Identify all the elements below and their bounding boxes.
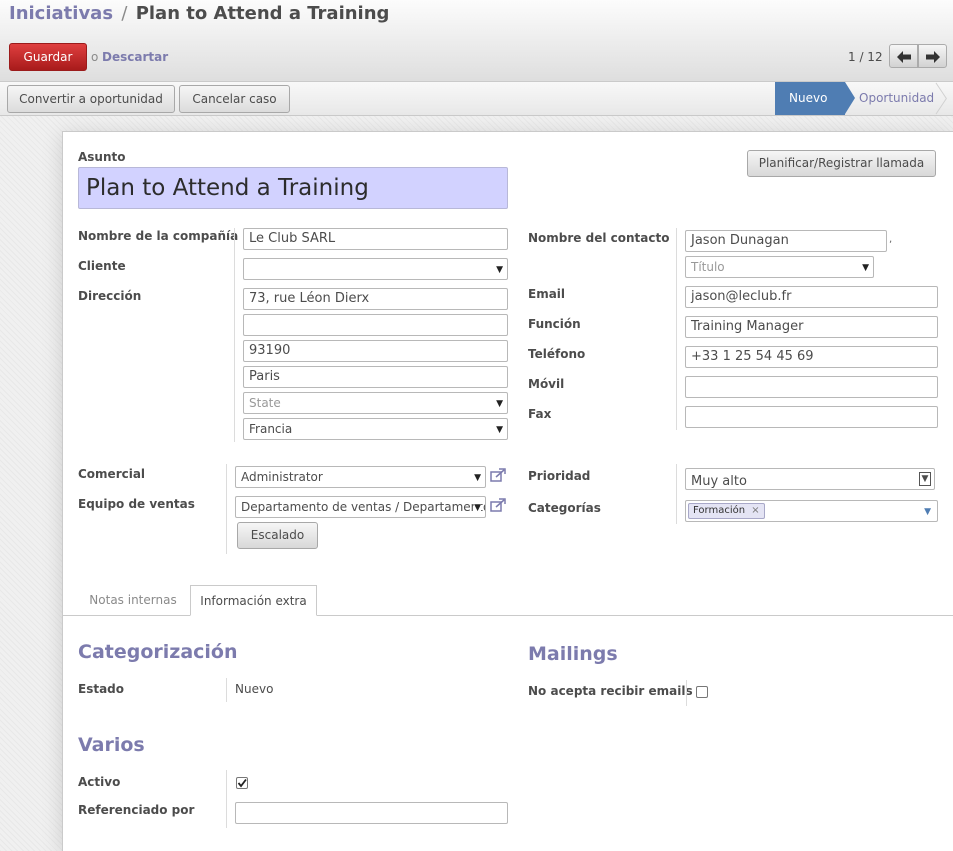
schedule-call-button[interactable]: Planificar/Registrar llamada xyxy=(747,150,936,177)
control-panel: Iniciativas / Plan to Attend a Training … xyxy=(0,0,953,82)
chevron-down-icon: ▼ xyxy=(924,507,931,517)
street-input[interactable]: 73, rue Léon Dierx xyxy=(243,288,508,310)
title-placeholder: Título xyxy=(691,260,725,274)
fax-input[interactable] xyxy=(685,406,938,428)
zip-input[interactable]: 93190 xyxy=(243,340,508,362)
country-select[interactable]: Francia ▼ xyxy=(243,418,508,440)
active-label: Activo xyxy=(78,775,121,789)
address-label: Dirección xyxy=(78,289,142,303)
customer-label: Cliente xyxy=(78,259,126,273)
separator-line xyxy=(226,678,227,702)
customer-select[interactable]: ▼ xyxy=(243,258,508,280)
external-link-icon[interactable] xyxy=(490,498,506,512)
chevron-down-icon: ▼ xyxy=(862,263,869,273)
checkmark-icon xyxy=(237,778,247,788)
city-input[interactable]: Paris xyxy=(243,366,508,388)
function-input[interactable]: Training Manager xyxy=(685,316,938,338)
function-label: Función xyxy=(528,317,581,331)
breadcrumb-current: Plan to Attend a Training xyxy=(135,3,390,24)
salesperson-value: Administrator xyxy=(241,470,323,484)
stage-chevron-icon xyxy=(935,82,947,115)
tag-remove-icon[interactable]: × xyxy=(751,505,759,516)
separator-line xyxy=(676,464,677,524)
separator-line xyxy=(686,680,687,706)
stage-arrow xyxy=(845,82,855,114)
state-select[interactable]: State ▼ xyxy=(243,392,508,414)
email-label: Email xyxy=(528,287,566,301)
country-value: Francia xyxy=(249,422,293,436)
mobile-input[interactable] xyxy=(685,376,938,398)
priority-value: Muy alto xyxy=(691,474,747,489)
arrow-right-icon xyxy=(925,51,940,63)
referred-by-label: Referenciado por xyxy=(78,803,195,817)
state-placeholder: State xyxy=(249,396,281,410)
separator-line xyxy=(234,228,235,442)
salesperson-select[interactable]: Administrator ▼ xyxy=(235,466,486,488)
mobile-label: Móvil xyxy=(528,377,565,391)
subject-label: Asunto xyxy=(78,150,126,164)
company-name-label: Nombre de la compañía xyxy=(78,229,239,243)
breadcrumb-separator: / xyxy=(121,3,128,24)
cancel-case-button[interactable]: Cancelar caso xyxy=(179,85,290,113)
tab-extra-info[interactable]: Información extra xyxy=(190,585,317,616)
category-tag: Formación × xyxy=(688,503,765,519)
categories-label: Categorías xyxy=(528,501,601,515)
opt-out-checkbox[interactable] xyxy=(696,686,708,698)
comma-glyph: , xyxy=(889,234,893,245)
street2-input[interactable] xyxy=(243,314,508,336)
sales-team-select[interactable]: Departamento de ventas / Departamento ▼ xyxy=(235,496,486,518)
fax-label: Fax xyxy=(528,407,552,421)
statusbar: Convertir a oportunidad Cancelar caso Nu… xyxy=(0,82,953,116)
chevron-down-icon: ▼ xyxy=(919,472,931,486)
discard-link[interactable]: Descartar xyxy=(102,50,168,64)
mailings-title: Mailings xyxy=(528,643,618,665)
priority-select[interactable]: Muy alto ▼ xyxy=(685,468,935,490)
breadcrumb-parent-link[interactable]: Iniciativas xyxy=(9,3,113,24)
stage-opportunity[interactable]: Oportunidad xyxy=(859,82,934,115)
breadcrumb: Iniciativas / Plan to Attend a Training xyxy=(9,3,389,24)
phone-label: Teléfono xyxy=(528,347,586,361)
convert-to-opportunity-button[interactable]: Convertir a oportunidad xyxy=(7,85,175,113)
save-button[interactable]: Guardar xyxy=(9,43,87,71)
chevron-down-icon: ▼ xyxy=(496,399,503,409)
chevron-down-icon: ▼ xyxy=(474,498,481,517)
separator-line xyxy=(226,770,227,828)
tab-internal-notes[interactable]: Notas internas xyxy=(78,585,188,616)
pager-next-button[interactable] xyxy=(918,44,947,68)
active-checkbox[interactable] xyxy=(236,777,248,789)
sales-team-label: Equipo de ventas xyxy=(78,497,195,511)
phone-input[interactable]: +33 1 25 54 45 69 xyxy=(685,346,938,368)
escalate-button[interactable]: Escalado xyxy=(237,522,318,549)
priority-label: Prioridad xyxy=(528,469,591,483)
contact-name-input[interactable]: Jason Dunagan xyxy=(685,230,887,252)
category-tag-label: Formación xyxy=(693,505,746,516)
state-value: Nuevo xyxy=(235,682,274,696)
sales-team-value: Departamento de ventas / Departamento xyxy=(241,500,486,514)
separator-line xyxy=(676,228,677,430)
opt-out-label: No acepta recibir emails xyxy=(528,684,693,698)
separator-line xyxy=(226,464,227,554)
stage-new[interactable]: Nuevo xyxy=(775,82,845,115)
chevron-down-icon: ▼ xyxy=(474,473,481,483)
external-link-icon[interactable] xyxy=(490,468,506,482)
salesperson-label: Comercial xyxy=(78,467,146,481)
contact-name-label: Nombre del contacto xyxy=(528,231,670,245)
email-input[interactable]: jason@leclub.fr xyxy=(685,286,938,308)
subject-input[interactable]: Plan to Attend a Training xyxy=(78,167,508,209)
categorization-title: Categorización xyxy=(78,641,238,663)
referred-by-input[interactable] xyxy=(235,802,508,824)
pager-previous-button[interactable] xyxy=(889,44,918,68)
state-label: Estado xyxy=(78,682,125,696)
or-text: o xyxy=(91,50,99,64)
misc-title: Varios xyxy=(78,734,145,756)
chevron-down-icon: ▼ xyxy=(496,265,503,275)
title-select[interactable]: Título ▼ xyxy=(685,256,874,278)
arrow-left-icon xyxy=(896,51,911,63)
company-name-input[interactable]: Le Club SARL xyxy=(243,228,508,250)
pager-counter[interactable]: 1 / 12 xyxy=(848,50,883,64)
chevron-down-icon: ▼ xyxy=(496,425,503,435)
